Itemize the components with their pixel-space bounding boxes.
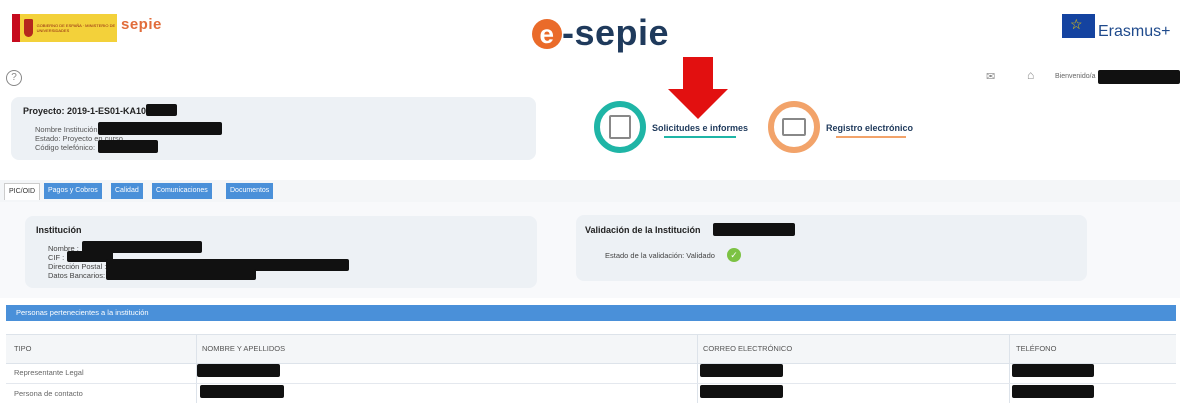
project-estado-label: Estado:: [35, 134, 61, 143]
persons-table-header: [6, 334, 1176, 364]
red-arrow-icon: [683, 57, 713, 91]
persons-table-title: Personas pertenecientes a la institución: [6, 305, 1176, 321]
solicitudes-underline: [664, 136, 736, 138]
redacted-username: [1098, 70, 1180, 84]
brand-name: -sepie: [562, 12, 670, 53]
row-1-tipo: Representante Legal: [14, 368, 84, 377]
sepie-logo-text: sepie: [121, 16, 162, 33]
inst-cif-label: CIF :: [48, 253, 65, 262]
redacted-phone-code: [98, 140, 158, 153]
red-arrow-head: [668, 89, 728, 119]
solicitudes-link[interactable]: Solicitudes e informes: [652, 123, 748, 133]
home-icon[interactable]: ⌂: [1027, 68, 1034, 82]
project-nombre-label: Nombre Institución: [35, 125, 98, 134]
tab-pagos-cobros[interactable]: Pagos y Cobros: [44, 183, 102, 199]
tab-pic-oid[interactable]: PIC/OID: [4, 183, 41, 200]
tab-documentos[interactable]: Documentos: [226, 183, 274, 199]
validation-status: Estado de la validación: Validado: [605, 251, 715, 260]
welcome-text: Bienvenido/a: [1055, 73, 1096, 80]
col-tipo[interactable]: TIPO: [14, 344, 32, 353]
redacted-row-2-email: [700, 385, 783, 398]
registro-link[interactable]: Registro electrónico: [826, 123, 913, 133]
gov-logo-text: GOBIERNO DE ESPAÑA · MINISTERIO DE UNIVE…: [36, 23, 116, 33]
redacted-row-1-name: [197, 364, 280, 377]
redacted-row-2-phone: [1012, 385, 1094, 398]
brand-e: e: [532, 19, 562, 50]
row-divider: [6, 383, 1176, 384]
tab-comunicaciones[interactable]: Comunicaciones: [152, 183, 212, 199]
check-icon: ✓: [727, 248, 741, 262]
sepie-logo: sepie: [121, 16, 162, 33]
row-2-tipo: Persona de contacto: [14, 389, 83, 398]
redacted-row-2-name: [200, 385, 284, 398]
inst-direccion-label: Dirección Postal :: [48, 262, 107, 271]
government-logo: GOBIERNO DE ESPAÑA · MINISTERIO DE UNIVE…: [12, 14, 117, 42]
inst-bancarios-label: Datos Bancarios:: [48, 271, 106, 280]
col-nombre[interactable]: NOMBRE Y APELLIDOS: [202, 344, 285, 353]
institution-title: Institución: [36, 225, 82, 235]
redacted-bank-data: [106, 269, 256, 280]
mail-icon[interactable]: ✉: [986, 70, 995, 83]
documents-icon: [609, 115, 631, 139]
coat-of-arms-icon: [24, 19, 33, 37]
erasmus-logo: Erasmus+: [1098, 23, 1171, 40]
project-codigo-label: Código telefónico:: [35, 143, 96, 152]
validation-title: Validación de la Institución: [585, 225, 701, 235]
e-sepie-logo[interactable]: e -sepie: [532, 12, 669, 54]
col-divider: [697, 334, 698, 403]
redacted-validation-id: [713, 223, 795, 236]
col-correo[interactable]: CORREO ELECTRÓNICO: [703, 344, 792, 353]
redacted-row-1-email: [700, 364, 783, 377]
redacted-row-1-phone: [1012, 364, 1094, 377]
eu-flag-icon: [1062, 14, 1095, 38]
help-icon[interactable]: ?: [6, 70, 22, 86]
col-divider: [1009, 334, 1010, 403]
registro-circle[interactable]: [768, 101, 820, 153]
tab-calidad[interactable]: Calidad: [111, 183, 143, 199]
redacted-project-id: [146, 104, 177, 116]
solicitudes-circle[interactable]: [594, 101, 646, 153]
col-telefono[interactable]: TELÉFONO: [1016, 344, 1056, 353]
envelope-icon: [782, 118, 806, 136]
project-title: Proyecto: 2019-1-ES01-KA107-: [23, 106, 155, 116]
registro-underline: [836, 136, 906, 138]
